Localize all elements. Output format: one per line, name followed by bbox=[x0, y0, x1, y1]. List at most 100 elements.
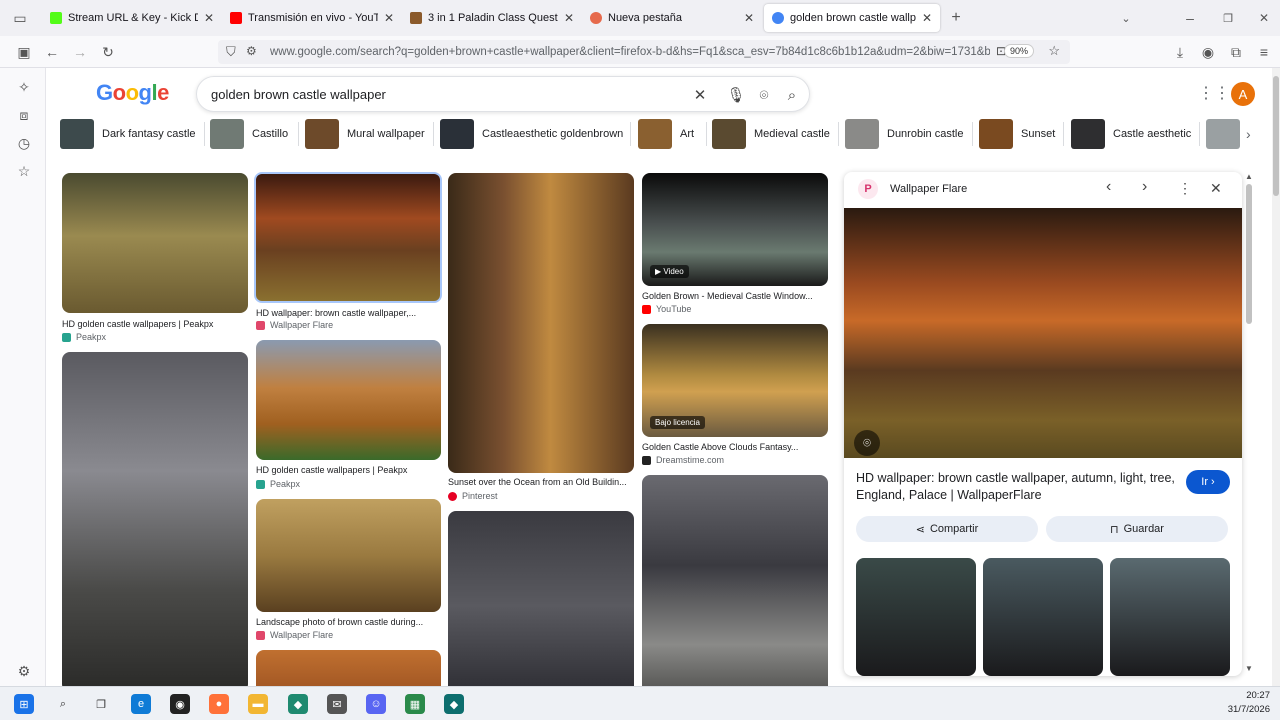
clock-time[interactable]: 20:27 bbox=[1226, 690, 1270, 701]
ai-chat-icon[interactable]: ✧ bbox=[15, 78, 33, 96]
sidebar-toggle-icon[interactable]: ▣ bbox=[14, 42, 34, 62]
close-icon[interactable]: ✕ bbox=[922, 11, 932, 25]
result-image[interactable] bbox=[62, 173, 248, 313]
next-icon[interactable]: › bbox=[1142, 178, 1147, 196]
account-icon[interactable]: ◉ bbox=[1198, 42, 1218, 62]
downloads-icon[interactable]: ⤓ bbox=[1170, 42, 1190, 62]
panel-scrollbar[interactable]: ▲ ▼ bbox=[1244, 172, 1254, 676]
lens-icon[interactable]: ⌾ bbox=[755, 86, 773, 104]
menu-icon[interactable]: ≡ bbox=[1254, 42, 1274, 62]
result-source[interactable]: Pinterest bbox=[448, 491, 498, 501]
chip-art[interactable]: Art bbox=[638, 118, 694, 150]
result-source[interactable]: Peakpx bbox=[256, 479, 300, 489]
result-source[interactable]: YouTube bbox=[642, 304, 691, 314]
result-caption[interactable]: Landscape photo of brown castle during..… bbox=[256, 617, 440, 627]
result-source[interactable]: Peakpx bbox=[62, 332, 106, 342]
result-caption[interactable]: HD golden castle wallpapers | Peakpx bbox=[62, 319, 248, 329]
back-icon[interactable]: ← bbox=[42, 42, 62, 62]
bookmarks-icon[interactable]: ☆ bbox=[15, 162, 33, 180]
result-source[interactable]: Wallpaper Flare bbox=[256, 320, 333, 330]
chip-castle-aesthetic[interactable]: Castle aesthetic bbox=[1071, 118, 1191, 150]
close-icon[interactable]: ✕ bbox=[384, 11, 394, 25]
result-image[interactable] bbox=[256, 650, 441, 686]
chevron-down-icon[interactable]: ⌄ bbox=[1116, 8, 1136, 28]
close-panel-icon[interactable]: ✕ bbox=[1210, 180, 1222, 197]
bookmark-star-icon[interactable]: ☆ bbox=[1048, 43, 1060, 59]
zoom-badge[interactable]: 90% bbox=[1003, 44, 1034, 58]
taskbar-mail-icon[interactable]: ✉ bbox=[327, 694, 347, 714]
panel-site-name[interactable]: Wallpaper Flare bbox=[890, 183, 967, 195]
site-info-icon[interactable]: ⚙ bbox=[246, 44, 257, 58]
new-tab-button[interactable]: + bbox=[946, 8, 966, 28]
synced-tabs-icon[interactable]: ⧈ bbox=[15, 106, 33, 124]
chip-dunrobin-castle[interactable]: Dunrobin castle bbox=[845, 118, 963, 150]
chip-castillo[interactable]: Castillo bbox=[210, 118, 288, 150]
result-caption[interactable]: HD golden castle wallpapers | Peakpx bbox=[256, 465, 440, 475]
result-image[interactable]: Bajo licencia bbox=[642, 324, 828, 437]
preview-image[interactable]: ⌾ bbox=[844, 208, 1242, 458]
clear-search-icon[interactable]: ✕ bbox=[691, 86, 709, 104]
result-image[interactable] bbox=[256, 499, 441, 612]
related-image[interactable] bbox=[1110, 558, 1230, 676]
tab-paladin[interactable]: 3 in 1 Paladin Class Quest - Kno ✕ bbox=[402, 4, 582, 32]
url-text[interactable]: www.google.com/search?q=golden+brown+cas… bbox=[270, 46, 990, 58]
chip-mural-wallpaper[interactable]: Mural wallpaper bbox=[305, 118, 425, 150]
clock-date[interactable]: 31/7/2026 bbox=[1226, 704, 1270, 715]
lens-search-icon[interactable]: ⌾ bbox=[854, 430, 880, 456]
search-box[interactable]: golden brown castle wallpaper ✕ 🎙 ⌾ ⌕ bbox=[196, 76, 810, 112]
previous-icon[interactable]: ‹ bbox=[1106, 178, 1111, 196]
chip-sunset[interactable]: Sunset bbox=[979, 118, 1055, 150]
taskbar-search-icon[interactable]: ⌕ bbox=[53, 694, 73, 714]
url-bar[interactable]: ⛉ ⚙ www.google.com/search?q=golden+brown… bbox=[218, 40, 1070, 64]
result-image[interactable] bbox=[62, 352, 248, 686]
result-image[interactable]: ▶ Video bbox=[642, 173, 828, 286]
chip-medieval-castle[interactable]: Medieval castle bbox=[712, 118, 830, 150]
taskbar-start-icon[interactable]: ⊞ bbox=[14, 694, 34, 714]
taskbar-obs-icon[interactable]: ◉ bbox=[170, 694, 190, 714]
apps-grid-icon[interactable]: ⋮⋮ bbox=[1198, 83, 1230, 103]
chip-dark-fantasy-castle[interactable]: Dark fantasy castle bbox=[60, 118, 196, 150]
close-icon[interactable]: ✕ bbox=[744, 11, 754, 25]
shield-icon[interactable]: ⛉ bbox=[226, 44, 236, 60]
result-caption[interactable]: Sunset over the Ocean from an Old Buildi… bbox=[448, 477, 634, 487]
result-caption[interactable]: Golden Brown - Medieval Castle Window... bbox=[642, 291, 828, 301]
customize-sidebar-icon[interactable]: ⚙ bbox=[15, 662, 33, 680]
more-options-icon[interactable]: ⋮ bbox=[1178, 180, 1192, 197]
wallpaper-flare-logo-icon[interactable]: P bbox=[858, 179, 878, 199]
result-image[interactable] bbox=[256, 340, 441, 460]
result-image[interactable] bbox=[448, 173, 634, 473]
extensions-icon[interactable]: ⧉ bbox=[1226, 42, 1246, 62]
chevron-right-icon[interactable]: › bbox=[1246, 126, 1251, 142]
result-caption[interactable]: HD wallpaper: brown castle wallpaper,... bbox=[256, 308, 440, 318]
taskbar-app-green-icon[interactable]: ◆ bbox=[288, 694, 308, 714]
panel-title[interactable]: HD wallpaper: brown castle wallpaper, au… bbox=[856, 470, 1176, 504]
result-source[interactable]: Wallpaper Flare bbox=[256, 630, 333, 640]
taskbar-task-view-icon[interactable]: ❐ bbox=[91, 694, 111, 714]
forward-icon[interactable]: → bbox=[70, 42, 90, 62]
taskbar-app-sheet-icon[interactable]: ▦ bbox=[405, 694, 425, 714]
result-image[interactable] bbox=[642, 475, 828, 686]
taskbar-app-teal-icon[interactable]: ◆ bbox=[444, 694, 464, 714]
result-source[interactable]: Dreamstime.com bbox=[642, 455, 724, 465]
taskbar-discord-icon[interactable]: ☺ bbox=[366, 694, 386, 714]
chip-more[interactable] bbox=[1206, 118, 1248, 150]
close-icon[interactable]: ✕ bbox=[204, 11, 214, 25]
scroll-down-icon[interactable]: ▼ bbox=[1245, 664, 1253, 673]
page-scrollbar[interactable] bbox=[1272, 68, 1280, 686]
result-caption[interactable]: Golden Castle Above Clouds Fantasy... bbox=[642, 442, 828, 452]
window-close-icon[interactable]: ✕ bbox=[1254, 8, 1274, 28]
visit-button[interactable]: Ir › bbox=[1186, 470, 1230, 494]
chip-castleaesthetic-goldenbrown[interactable]: Castleaesthetic goldenbrown bbox=[440, 118, 623, 150]
microphone-icon[interactable]: 🎙 bbox=[726, 86, 745, 104]
minimize-icon[interactable]: – bbox=[1180, 8, 1200, 28]
scroll-up-icon[interactable]: ▲ bbox=[1245, 172, 1253, 181]
search-input[interactable]: golden brown castle wallpaper bbox=[211, 87, 386, 102]
related-image[interactable] bbox=[856, 558, 976, 676]
scrollbar-thumb[interactable] bbox=[1246, 184, 1252, 324]
search-icon[interactable]: ⌕ bbox=[783, 86, 801, 104]
avatar[interactable]: A bbox=[1231, 82, 1255, 106]
google-logo[interactable]: Google bbox=[96, 80, 169, 106]
tab-youtube[interactable]: Transmisión en vivo - YouTube S ✕ bbox=[222, 4, 402, 32]
result-image[interactable] bbox=[448, 511, 634, 686]
tab-list-icon[interactable]: ▭ bbox=[10, 8, 30, 28]
